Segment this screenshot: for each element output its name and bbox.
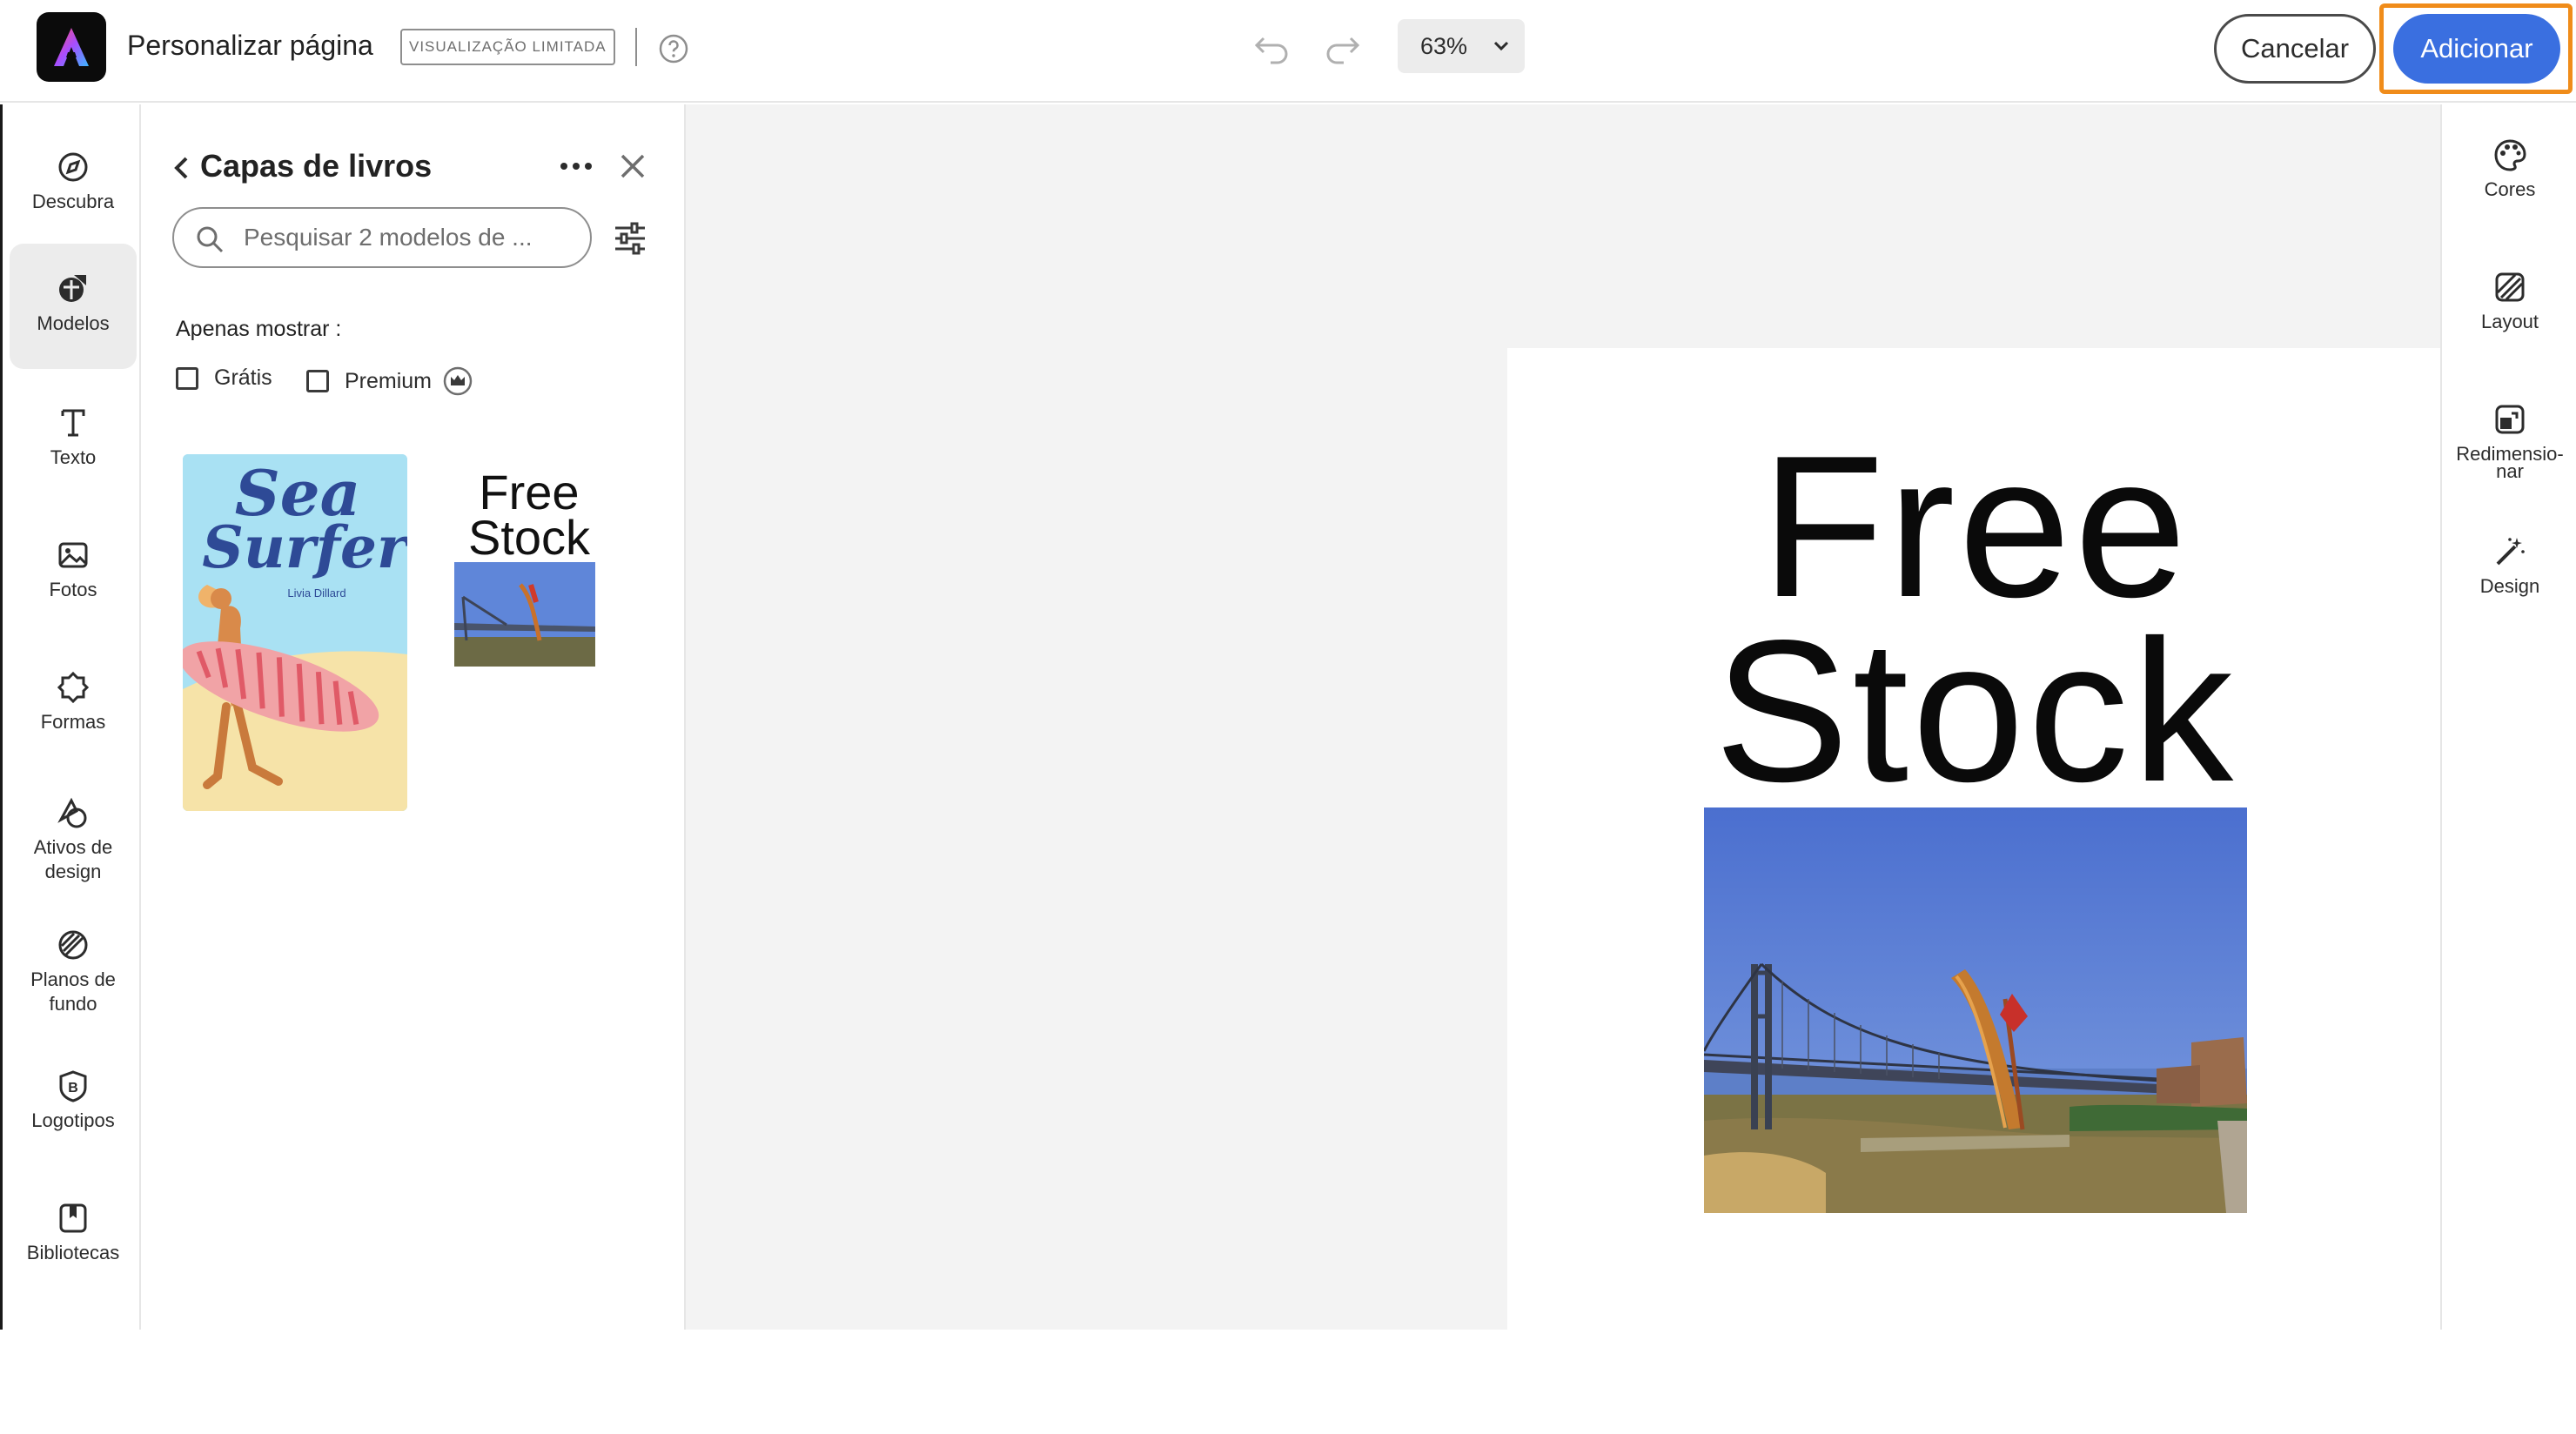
rail-item-shapes[interactable]: Formas <box>10 656 137 761</box>
rail-item-colors[interactable]: Cores <box>2442 137 2576 200</box>
template-illustration: Sea Surfer Livia Dillard <box>183 454 407 811</box>
limited-view-badge: VISUALIZAÇÃO LIMITADA <box>400 29 615 65</box>
rail-item-backgrounds[interactable]: Planos de fundo <box>10 914 137 1044</box>
rail-item-label: Fotos <box>49 579 97 600</box>
backgrounds-icon <box>58 930 88 960</box>
panel-title: Capas de livros <box>200 148 433 184</box>
search-input[interactable] <box>244 218 574 258</box>
rail-item-label: Planos de fundo <box>30 968 116 1015</box>
bridge-sculpture-photo <box>1704 807 2247 1213</box>
templates-panel: Capas de livros Apenas mostrar : Grátis … <box>141 104 686 1330</box>
logo-icon: B <box>59 1070 87 1102</box>
rail-item-label: Bibliotecas <box>26 1242 120 1263</box>
rail-item-text[interactable]: Texto <box>10 392 137 496</box>
template-card-free-stock[interactable]: Free Stock <box>451 465 607 698</box>
canvas-photo[interactable] <box>1704 807 2247 1213</box>
rail-item-discover[interactable]: Descubra <box>10 134 137 238</box>
rail-item-label: Redimensio-nar <box>2456 443 2564 482</box>
magic-wand-icon <box>2496 538 2525 566</box>
zoom-value: 63% <box>1420 32 1468 59</box>
adobe-express-logo[interactable] <box>37 12 106 82</box>
rail-item-label: Layout <box>2480 311 2539 332</box>
undo-icon[interactable] <box>1253 30 1291 64</box>
rail-item-layout[interactable]: Layout <box>2442 270 2576 332</box>
more-options-icon[interactable] <box>559 160 594 172</box>
template-search[interactable] <box>172 207 592 268</box>
show-only-label: Apenas mostrar : <box>176 317 342 341</box>
filter-premium-checkbox[interactable]: Premium <box>306 365 473 397</box>
rail-item-label: Design <box>2479 575 2540 597</box>
checkbox[interactable] <box>306 370 329 392</box>
canvas-area: Free Stock <box>686 104 2444 1434</box>
filter-premium-label: Premium <box>345 368 433 393</box>
rail-item-label: Descubra <box>31 191 115 212</box>
rail-item-label: Logotipos <box>31 1109 115 1131</box>
right-rail: Cores Layout Redimensio-nar Design <box>2440 104 2576 1330</box>
palette-icon <box>2494 139 2526 171</box>
template-card-sea-surfer[interactable]: Sea Surfer Livia Dillard <box>183 454 407 811</box>
layout-icon <box>2495 272 2525 302</box>
svg-text:B: B <box>68 1081 78 1096</box>
redo-icon[interactable] <box>1323 30 1361 64</box>
top-bar: Personalizar página VISUALIZAÇÃO LIMITAD… <box>0 0 2576 103</box>
chevron-left-icon[interactable] <box>171 155 193 181</box>
rail-item-resize[interactable]: Redimensio-nar <box>2442 402 2576 482</box>
rail-item-logos[interactable]: B Logotipos <box>10 1055 137 1159</box>
filter-free-checkbox[interactable]: Grátis <box>176 365 272 391</box>
crown-icon <box>443 366 473 396</box>
page-title: Personalizar página <box>127 30 373 61</box>
canvas-heading-line2[interactable]: Stock <box>1507 611 2444 813</box>
rail-item-label: Cores <box>2484 178 2536 200</box>
search-icon <box>197 226 224 253</box>
design-assets-icon <box>57 797 87 828</box>
template-title-line2: Stock <box>467 510 591 565</box>
compass-icon <box>58 152 88 182</box>
zoom-select[interactable]: 63% <box>1398 19 1525 73</box>
filter-icon[interactable] <box>613 221 647 256</box>
add-button[interactable]: Adicionar <box>2393 14 2560 84</box>
template-title-line1: Free <box>479 465 580 519</box>
templates-icon <box>59 275 86 302</box>
canvas-heading-line1[interactable]: Free <box>1507 426 2444 628</box>
rail-item-label: Texto <box>50 446 97 468</box>
checkbox[interactable] <box>176 366 198 390</box>
rail-item-label: Modelos <box>37 312 110 334</box>
rail-item-design-assets[interactable]: Ativos de design <box>10 781 137 912</box>
shapes-icon <box>57 671 90 704</box>
rail-item-photos[interactable]: Fotos <box>10 524 137 628</box>
rail-item-label: Ativos de design <box>33 836 113 882</box>
artboard[interactable]: Free Stock <box>1507 348 2444 1434</box>
libraries-icon <box>59 1203 87 1233</box>
help-icon[interactable] <box>658 33 689 64</box>
text-icon <box>61 409 85 437</box>
filter-free-label: Grátis <box>214 365 272 390</box>
close-icon[interactable] <box>618 151 647 181</box>
resize-icon <box>2495 405 2525 434</box>
template-title-line2: Surfer <box>202 513 407 581</box>
rail-item-label: Formas <box>40 711 106 733</box>
template-author: Livia Dillard <box>287 586 345 600</box>
rail-item-libraries[interactable]: Bibliotecas <box>10 1187 137 1291</box>
cancel-button[interactable]: Cancelar <box>2214 14 2376 84</box>
photo-icon <box>58 542 88 568</box>
chevron-down-icon <box>1493 41 1509 51</box>
rail-item-design[interactable]: Design <box>2442 534 2576 597</box>
divider <box>635 28 637 66</box>
template-photo <box>454 562 595 667</box>
left-rail: Descubra Modelos Texto Fotos Formas Ativ… <box>0 104 141 1330</box>
rail-item-templates[interactable]: Modelos <box>10 244 137 369</box>
